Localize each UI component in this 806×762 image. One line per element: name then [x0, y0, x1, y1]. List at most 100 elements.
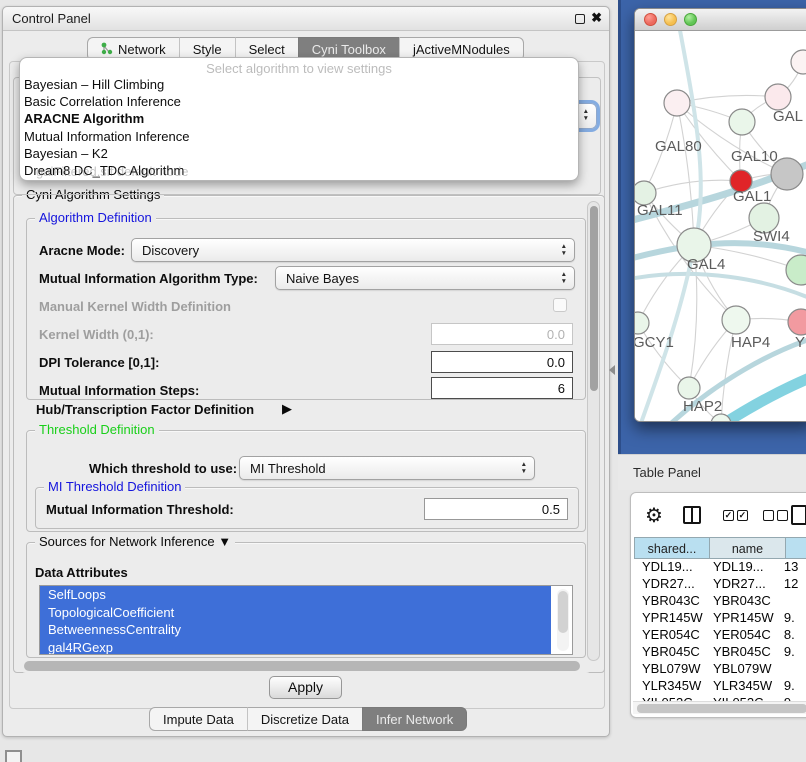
- settings-vertical-scrollbar-thumb[interactable]: [590, 206, 598, 391]
- table-horizontal-scrollbar-thumb[interactable]: [637, 704, 806, 713]
- network-node[interactable]: [722, 306, 750, 334]
- dpi-tolerance-field[interactable]: 0.0: [431, 351, 573, 373]
- dropdown-item[interactable]: Bayesian – Hill Climbing: [20, 76, 578, 93]
- attribute-item[interactable]: TopologicalCoefficient: [40, 604, 551, 622]
- attribute-item[interactable]: BetweennessCentrality: [40, 621, 551, 639]
- settings-vertical-scrollbar[interactable]: [587, 201, 600, 661]
- tab-label: Infer Network: [376, 712, 453, 727]
- tab-label: jActiveMNodules: [413, 42, 510, 57]
- close-icon[interactable]: ✖: [591, 10, 602, 26]
- network-window-titlebar[interactable]: [635, 9, 806, 31]
- mi-algorithm-type-combobox[interactable]: Naive Bayes ▲▼: [275, 266, 575, 290]
- control-panel-window: Control Panel ✖ NetworkStyleSelectCyni T…: [2, 6, 610, 737]
- attribute-item[interactable]: SelfLoops: [40, 586, 551, 604]
- network-node[interactable]: [729, 109, 755, 135]
- stepper-icon: ▲▼: [521, 461, 527, 475]
- attribute-item[interactable]: gal4RGexp: [40, 639, 551, 656]
- apply-button[interactable]: Apply: [269, 676, 342, 699]
- float-window-icon[interactable]: [575, 14, 585, 24]
- mi-steps-field[interactable]: 6: [431, 377, 573, 399]
- table-cell: YBL079W: [634, 661, 705, 678]
- dock-panel-icon[interactable]: [5, 750, 22, 762]
- column-header[interactable]: shared...: [634, 537, 710, 559]
- mac-minimize-icon[interactable]: [664, 13, 677, 26]
- table-row[interactable]: YDR27...YDR27...12: [634, 576, 806, 593]
- table-row[interactable]: YPR145WYPR145W9.: [634, 610, 806, 627]
- table-cell: [776, 661, 806, 678]
- table-panel-title: Table Panel: [633, 465, 701, 480]
- table-row[interactable]: YBR045CYBR045C9.: [634, 644, 806, 661]
- which-threshold-combobox[interactable]: MI Threshold ▲▼: [239, 456, 535, 480]
- control-panel-titlebar[interactable]: Control Panel ✖: [3, 7, 609, 31]
- dropdown-item[interactable]: Bayesian – K2: [20, 145, 578, 162]
- table-horizontal-scrollbar[interactable]: [633, 701, 806, 714]
- table-row[interactable]: YBR043CYBR043C: [634, 593, 806, 610]
- table-cell: YER054C: [634, 627, 705, 644]
- threshold-definition-title: Threshold Definition: [35, 422, 159, 437]
- table-row[interactable]: YBL079WYBL079W: [634, 661, 806, 678]
- data-attributes-list[interactable]: SelfLoopsTopologicalCoefficientBetweenne…: [39, 585, 573, 655]
- stepper-icon: ▲▼: [583, 108, 589, 122]
- table-cell: YER054C: [705, 627, 776, 644]
- kernel-width-field[interactable]: 0.0: [431, 323, 573, 345]
- network-node[interactable]: [678, 377, 700, 399]
- network-node[interactable]: [635, 312, 649, 334]
- table-toolbar: ⚙ ✓ ✓: [631, 493, 806, 537]
- table-cell: 9.: [776, 678, 806, 695]
- background-combo-ghost-text: galFiltered.sif default node: [36, 164, 188, 179]
- column-header[interactable]: name: [710, 537, 786, 559]
- dropdown-item[interactable]: Mutual Information Inference: [20, 128, 578, 145]
- table-cell: YDL19...: [705, 559, 776, 576]
- algorithm-dropdown-popup: Select algorithm to view settings Bayesi…: [19, 57, 579, 181]
- mac-zoom-icon[interactable]: [684, 13, 697, 26]
- network-node[interactable]: [664, 90, 690, 116]
- table-panel-header: Table Panel: [618, 454, 806, 490]
- hub-tf-definition-label[interactable]: Hub/Transcription Factor Definition: [36, 402, 254, 417]
- network-node[interactable]: [791, 50, 806, 74]
- select-all-columns-icon[interactable]: ✓ ✓: [723, 510, 748, 521]
- cyni-algorithm-settings-group: Cyni Algorithm Settings Algorithm Defini…: [13, 195, 605, 673]
- network-node[interactable]: [788, 309, 806, 335]
- settings-horizontal-scrollbar-thumb[interactable]: [24, 661, 580, 671]
- network-node-label: GAL80: [655, 138, 702, 155]
- splitter-collapse-icon[interactable]: [609, 365, 615, 375]
- threshold-definition-group: Threshold Definition Which threshold to …: [26, 430, 586, 532]
- network-node[interactable]: [786, 255, 806, 285]
- stepper-icon: ▲▼: [561, 271, 567, 285]
- mi-threshold-field[interactable]: 0.5: [424, 498, 568, 520]
- sources-title[interactable]: Sources for Network Inference ▼: [35, 534, 235, 549]
- network-canvas[interactable]: GALGAL80GAL10GAL1GAL11SWI4GAL4GCY1HAP4YH…: [635, 31, 806, 422]
- attr-list-scrollbar[interactable]: [557, 589, 569, 651]
- gear-icon[interactable]: ⚙: [645, 503, 663, 528]
- table-row[interactable]: YLR345WYLR345W9.: [634, 678, 806, 695]
- aracne-mode-combobox[interactable]: Discovery ▲▼: [131, 238, 575, 262]
- table-row[interactable]: YDL19...YDL19...13: [634, 559, 806, 576]
- mi-threshold-definition-title: MI Threshold Definition: [44, 479, 185, 494]
- mi-threshold-label: Mutual Information Threshold:: [46, 502, 234, 517]
- network-graph[interactable]: GALGAL80GAL10GAL1GAL11SWI4GAL4GCY1HAP4YH…: [635, 31, 806, 422]
- export-table-icon[interactable]: [791, 505, 806, 525]
- mi-algorithm-type-label: Mutual Information Algorithm Type:: [39, 271, 258, 286]
- columns-icon[interactable]: [683, 506, 701, 524]
- dropdown-item[interactable]: ARACNE Algorithm: [20, 110, 578, 127]
- tab-impute-data[interactable]: Impute Data: [149, 707, 247, 731]
- settings-horizontal-scrollbar[interactable]: [20, 660, 592, 673]
- collapse-right-icon[interactable]: ▶: [282, 401, 292, 417]
- expand-down-icon[interactable]: ▼: [218, 534, 231, 549]
- tab-discretize-data[interactable]: Discretize Data: [247, 707, 362, 731]
- which-threshold-label: Which threshold to use:: [89, 461, 237, 476]
- table-row[interactable]: YER054CYER054C8.: [634, 627, 806, 644]
- dropdown-item[interactable]: Basic Correlation Inference: [20, 93, 578, 110]
- table-cell: 12: [776, 576, 806, 593]
- network-node[interactable]: [765, 84, 791, 110]
- network-edge-thick[interactable]: [641, 31, 701, 422]
- manual-kernel-width-label: Manual Kernel Width Definition: [39, 299, 231, 314]
- column-header[interactable]: [786, 537, 806, 559]
- manual-kernel-width-checkbox[interactable]: [553, 298, 567, 312]
- mac-close-icon[interactable]: [644, 13, 657, 26]
- network-view-window[interactable]: GALGAL80GAL10GAL1GAL11SWI4GAL4GCY1HAP4YH…: [634, 8, 806, 422]
- deselect-all-columns-icon[interactable]: [763, 510, 788, 521]
- attr-list-scrollbar-thumb[interactable]: [558, 591, 568, 633]
- table-cell: YBR043C: [705, 593, 776, 610]
- tab-infer-network[interactable]: Infer Network: [362, 707, 467, 731]
